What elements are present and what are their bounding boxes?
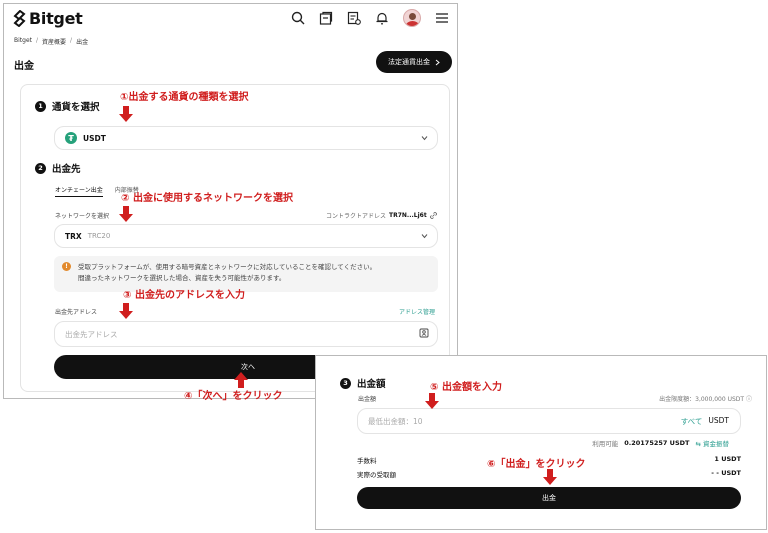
annotation-step6: ⑥「出金」をクリック — [487, 459, 586, 470]
fund-transfer-label: 資金振替 — [703, 440, 729, 448]
arrow-up-icon — [234, 372, 248, 388]
amount-suffix: すべて USDT — [681, 416, 729, 427]
warning-line1: 受取プラットフォームが、使用する暗号資産とネットワークに対応していることを確認し… — [78, 263, 377, 271]
fiat-withdraw-button[interactable]: 法定通貨出金 — [376, 51, 452, 73]
step1-number: 1 — [35, 100, 46, 112]
available-value: 0.20175257 USDT — [624, 439, 690, 447]
fund-transfer-link[interactable]: ⇆ 資金振替 — [695, 438, 729, 448]
withdraw-limit: 出金限度額：3,000,000 USDT ⓘ — [659, 394, 752, 403]
receive-label: 実際の受取額 — [357, 471, 396, 479]
step3-title: 3 出金額 — [340, 376, 386, 390]
arrow-down-icon — [543, 469, 557, 485]
network-label: ネットワークを選択 — [55, 213, 110, 220]
chevron-down-icon — [421, 136, 428, 141]
wallet-icon[interactable] — [319, 11, 333, 25]
address-manage-link[interactable]: アドレス管理 — [399, 307, 435, 316]
fee-value: 1 USDT — [714, 455, 741, 463]
annotation-step2: ② 出金に使用するネットワークを選択 — [121, 193, 293, 204]
withdraw-button[interactable]: 出金 — [357, 487, 741, 509]
step1-title-text: 通貨を選択 — [52, 102, 100, 113]
arrow-down-icon — [119, 303, 133, 319]
contract-address: コントラクトアドレス TR7N...Lj6t — [326, 211, 437, 220]
bell-icon[interactable] — [375, 11, 389, 25]
network-warning: ! 受取プラットフォームが、使用する暗号資産とネットワークに対応していることを確… — [54, 256, 438, 292]
selected-network: TRX — [65, 231, 82, 241]
breadcrumb-assets[interactable]: 資産概要 — [42, 37, 66, 46]
step3-title-text: 出金額 — [357, 379, 386, 390]
available-balance: 利用可能 0.20175257 USDT ⇆ 資金振替 — [592, 438, 729, 448]
arrow-down-icon — [119, 206, 133, 222]
annotation-step5: ⑤ 出金額を入力 — [430, 382, 502, 393]
breadcrumb: Bitget / 資産概要 / 出金 — [14, 37, 88, 46]
step2-title-text: 出金先 — [52, 164, 81, 175]
amount-unit: USDT — [708, 416, 729, 425]
contract-value: TR7N...Lj6t — [389, 212, 427, 219]
chevron-right-icon — [435, 59, 440, 65]
receive-value: - - USDT — [711, 469, 741, 477]
contract-label: コントラクトアドレス — [326, 213, 387, 220]
tab-onchain[interactable]: オンチェーン出金 — [55, 185, 103, 197]
coin-select[interactable]: ₮ USDT — [54, 126, 438, 150]
logo-text: Bitget — [29, 9, 83, 28]
search-icon[interactable] — [291, 11, 305, 25]
orders-icon[interactable] — [347, 11, 361, 25]
annotation-step1: ①出金する通貨の種類を選択 — [120, 92, 249, 103]
header-icons — [291, 9, 449, 27]
arrow-down-icon — [425, 393, 439, 409]
annotation-step4: ④「次へ」をクリック — [184, 391, 283, 402]
page-title: 出金 — [14, 61, 34, 72]
usdt-coin-icon: ₮ — [65, 132, 77, 144]
warning-icon: ! — [62, 262, 71, 271]
address-input[interactable] — [54, 321, 438, 347]
fee-label: 手数料 — [357, 457, 377, 465]
step2-title: 2 出金先 — [35, 161, 81, 175]
breadcrumb-home[interactable]: Bitget — [14, 37, 32, 46]
menu-icon[interactable] — [435, 11, 449, 25]
network-select[interactable]: TRX TRC20 — [54, 224, 438, 248]
annotation-step3: ③ 出金先のアドレスを入力 — [123, 290, 245, 301]
fiat-withdraw-label: 法定通貨出金 — [388, 58, 430, 66]
bitget-logo[interactable]: Bitget — [13, 9, 83, 28]
warning-line2: 間違ったネットワークを選択した場合、資産を失う可能性があります。 — [78, 274, 286, 282]
selected-network-sub: TRC20 — [87, 232, 111, 240]
step1-title: 1 通貨を選択 — [35, 99, 100, 113]
limit-value: 3,000,000 USDT — [695, 396, 745, 403]
amount-label: 出金額 — [358, 396, 377, 403]
chevron-down-icon — [421, 234, 428, 239]
address-book-icon[interactable] — [419, 328, 429, 338]
breadcrumb-current: 出金 — [76, 39, 89, 46]
avatar[interactable] — [403, 9, 421, 27]
step3-number: 3 — [340, 377, 351, 389]
link-icon[interactable] — [429, 212, 437, 219]
bitget-logo-icon — [13, 10, 26, 27]
limit-label: 出金限度額： — [659, 396, 696, 403]
all-amount-button[interactable]: すべて — [681, 416, 703, 427]
breadcrumb-separator: / — [36, 37, 39, 44]
selected-coin: USDT — [83, 133, 106, 143]
breadcrumb-separator: / — [70, 37, 73, 44]
step2-number: 2 — [35, 162, 46, 174]
withdraw-amount-screenshot: 3 出金額 出金額 出金限度額：3,000,000 USDT ⓘ すべて USD… — [315, 355, 767, 530]
arrow-down-icon — [119, 106, 133, 122]
available-label: 利用可能 — [592, 440, 619, 448]
top-navigation: Bitget — [4, 4, 457, 34]
info-icon: ⓘ — [745, 396, 752, 403]
address-label: 出金先アドレス — [55, 309, 98, 316]
